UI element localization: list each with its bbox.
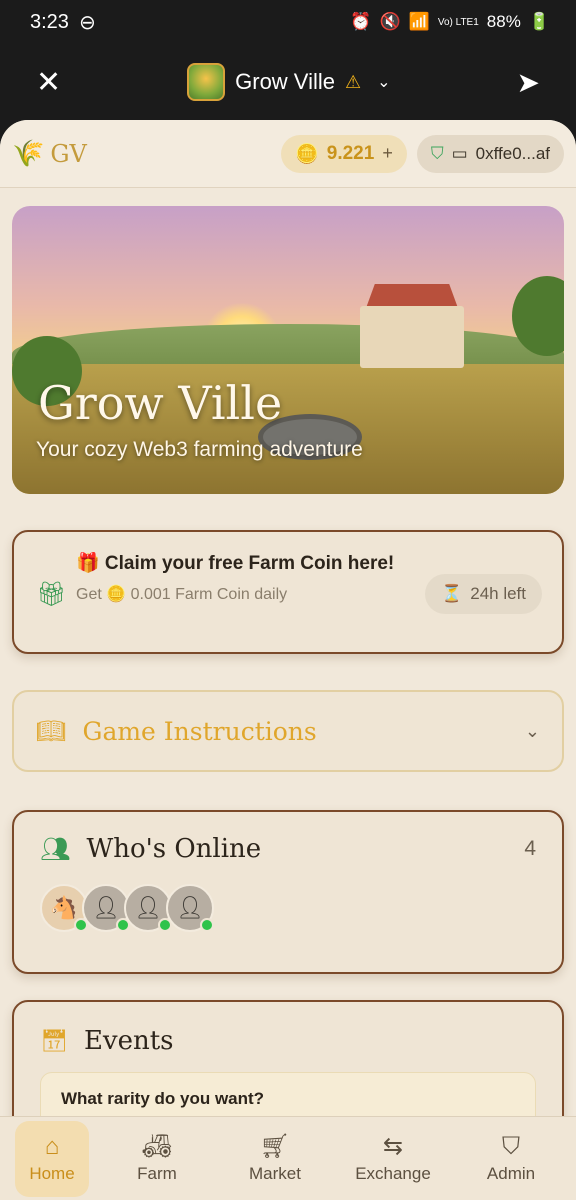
- warning-icon: ⚠: [344, 71, 362, 92]
- nav-farm-label: Farm: [137, 1163, 177, 1183]
- events-title: Events: [83, 1026, 174, 1056]
- wallet-address: 0xffe0...af: [475, 143, 550, 163]
- game-instructions-accordion[interactable]: 📖︎ Game Instructions ⌄: [12, 690, 564, 772]
- nav-exchange[interactable]: ⇆ Exchange: [343, 1121, 443, 1197]
- nav-home[interactable]: ⌂ Home: [15, 1120, 89, 1197]
- battery-icon: 🔋: [528, 12, 550, 31]
- coin-icon: 🪙: [295, 143, 319, 165]
- hero-subtitle: Your cozy Web3 farming adventure: [36, 438, 363, 461]
- hero-banner: Grow Ville Your cozy Web3 farming advent…: [12, 206, 564, 494]
- nav-market[interactable]: 🛒︎ Market: [225, 1121, 325, 1197]
- claim-timer: ⏳ 24h left: [425, 574, 542, 614]
- online-count: 4: [524, 837, 536, 860]
- battery-label: 88%: [486, 12, 521, 31]
- exchange-icon: ⇆: [382, 1132, 404, 1160]
- calendar-icon: 📅︎: [40, 1028, 68, 1053]
- cart-icon: 🛒︎: [259, 1132, 291, 1160]
- nav-exchange-label: Exchange: [355, 1163, 431, 1183]
- wallet-icon: ▭: [451, 143, 468, 163]
- nav-home-label: Home: [29, 1163, 75, 1183]
- app-header: ✕ Grow Ville ⚠ ⌄ ➤: [0, 44, 576, 120]
- nav-admin-label: Admin: [486, 1163, 536, 1183]
- hourglass-icon: ⏳: [441, 584, 463, 603]
- home-icon: ⌂: [44, 1132, 60, 1160]
- avatar[interactable]: 👤︎: [166, 884, 214, 932]
- online-title: Who's Online: [86, 834, 262, 864]
- wallet-button[interactable]: ⛉ ▭ 0xffe0...af: [416, 134, 564, 173]
- alarm-icon: ⏰: [350, 12, 372, 31]
- hero-title: Grow Ville: [38, 376, 283, 430]
- hero-house: [360, 306, 464, 368]
- gift-icon: 🎁︎: [36, 581, 67, 608]
- mute-icon: 🔇: [379, 12, 401, 31]
- chevron-down-icon: ⌄: [377, 74, 391, 91]
- chevron-down-icon: ⌄: [524, 720, 540, 741]
- avatar[interactable]: 🐴: [40, 884, 88, 932]
- logo-text: GV: [50, 139, 87, 168]
- avatar[interactable]: 👤︎: [82, 884, 130, 932]
- claim-title: 🎁 Claim your free Farm Coin here!: [76, 553, 395, 574]
- top-bar: 🌾 GV 🪙 9.221 + ⛉ ▭ 0xffe0...af: [0, 120, 576, 188]
- timer-label: 24h left: [470, 584, 526, 603]
- book-icon: 📖︎: [36, 717, 67, 745]
- nav-market-label: Market: [249, 1163, 301, 1183]
- logo[interactable]: 🌾 GV: [12, 139, 87, 169]
- online-avatars: 🐴 👤︎ 👤︎ 👤︎: [40, 884, 536, 932]
- nav-farm[interactable]: 🚜︎ Farm: [107, 1121, 207, 1197]
- tractor-icon: 🚜︎: [141, 1132, 173, 1160]
- app-avatar: [187, 63, 226, 101]
- wheat-icon: 🌾: [12, 138, 45, 169]
- whos-online-card: 👥︎ Who's Online 4 🐴 👤︎ 👤︎ 👤︎: [12, 810, 564, 974]
- users-icon: 👥︎: [40, 835, 71, 863]
- wifi-icon: 📶: [408, 12, 430, 31]
- page: 🌾 GV 🪙 9.221 + ⛉ ▭ 0xffe0...af Grow Vill…: [0, 120, 576, 1200]
- nav-admin[interactable]: ⛉ Admin: [461, 1121, 561, 1197]
- clock: 3:23: [30, 10, 69, 33]
- bottom-nav: ⌂ Home 🚜︎ Farm 🛒︎ Market ⇆ Exchange ⛉ Ad…: [0, 1116, 576, 1200]
- close-icon[interactable]: ✕: [36, 65, 61, 100]
- network-label: Vo) LTE1: [437, 16, 479, 28]
- event-item-title: What rarity do you want?: [61, 1089, 265, 1108]
- shield-check-icon: ⛉: [430, 143, 444, 163]
- avatar[interactable]: 👤︎: [124, 884, 172, 932]
- status-bar: 3:23 ⊖ ⏰ 🔇 📶 Vo) LTE1 88% 🔋: [0, 0, 576, 44]
- coin-value: 9.221: [326, 142, 375, 164]
- share-icon[interactable]: ➤: [517, 66, 540, 99]
- online-dot: [200, 918, 214, 932]
- instructions-label: Game Instructions: [82, 716, 317, 746]
- dnd-icon: ⊖: [78, 11, 96, 34]
- coin-balance[interactable]: 🪙 9.221 +: [281, 134, 407, 173]
- app-title-button[interactable]: Grow Ville ⚠ ⌄: [187, 63, 391, 101]
- app-title: Grow Ville: [235, 69, 335, 94]
- shield-icon: ⛉: [502, 1132, 520, 1160]
- claim-card[interactable]: 🎁︎ 🎁 Claim your free Farm Coin here! Get…: [12, 530, 564, 654]
- add-coin-button[interactable]: +: [382, 143, 393, 164]
